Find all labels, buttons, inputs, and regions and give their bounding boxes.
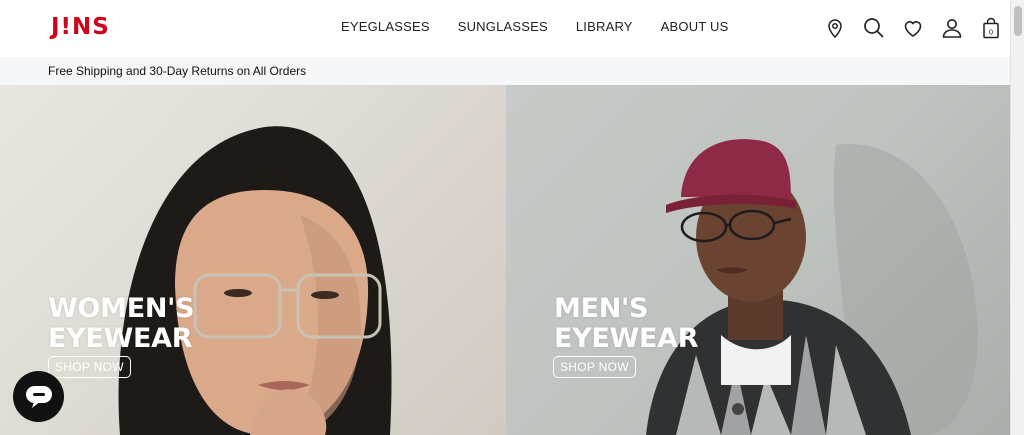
nav-sunglasses[interactable]: SUNGLASSES [458,19,548,34]
promo-text: Free Shipping and 30-Day Returns on All … [48,64,307,78]
page-scrollbar[interactable] [1010,0,1024,435]
womens-shop-now-button[interactable]: SHOP NOW [48,356,131,378]
main-nav: EYEGLASSES SUNGLASSES LIBRARY ABOUT US [327,19,743,34]
user-icon[interactable] [939,15,965,41]
mens-hero-photo [646,139,978,435]
scrollbar-thumb[interactable] [1014,6,1022,36]
header-icons: 0 [822,15,1017,41]
womens-hero-photo [118,126,392,435]
mens-shop-now-button[interactable]: SHOP NOW [553,356,636,378]
hero-mens-eyewear[interactable]: MEN'S EYEWEAR SHOP NOW [506,85,1010,435]
search-icon[interactable] [861,15,887,41]
mens-hero-title: MEN'S EYEWEAR [554,293,699,354]
womens-hero-title: WOMEN'S EYEWEAR [48,293,195,354]
jins-logo[interactable]: J!NS [51,14,110,40]
location-pin-icon[interactable] [822,15,848,41]
site-header: J!NS EYEGLASSES SUNGLASSES LIBRARY ABOUT… [0,0,1010,57]
shopping-bag-icon[interactable]: 0 [978,15,1004,41]
heart-icon[interactable] [900,15,926,41]
nav-library[interactable]: LIBRARY [576,19,633,34]
hero-womens-eyewear[interactable]: WOMEN'S EYEWEAR SHOP NOW [0,85,506,435]
promo-banner: Free Shipping and 30-Day Returns on All … [0,57,1010,85]
nav-about-us[interactable]: ABOUT US [661,19,729,34]
chat-launcher-button[interactable] [13,371,64,422]
nav-eyeglasses[interactable]: EYEGLASSES [341,19,430,34]
cart-count: 0 [989,29,993,37]
chat-bubble-icon [25,385,52,408]
